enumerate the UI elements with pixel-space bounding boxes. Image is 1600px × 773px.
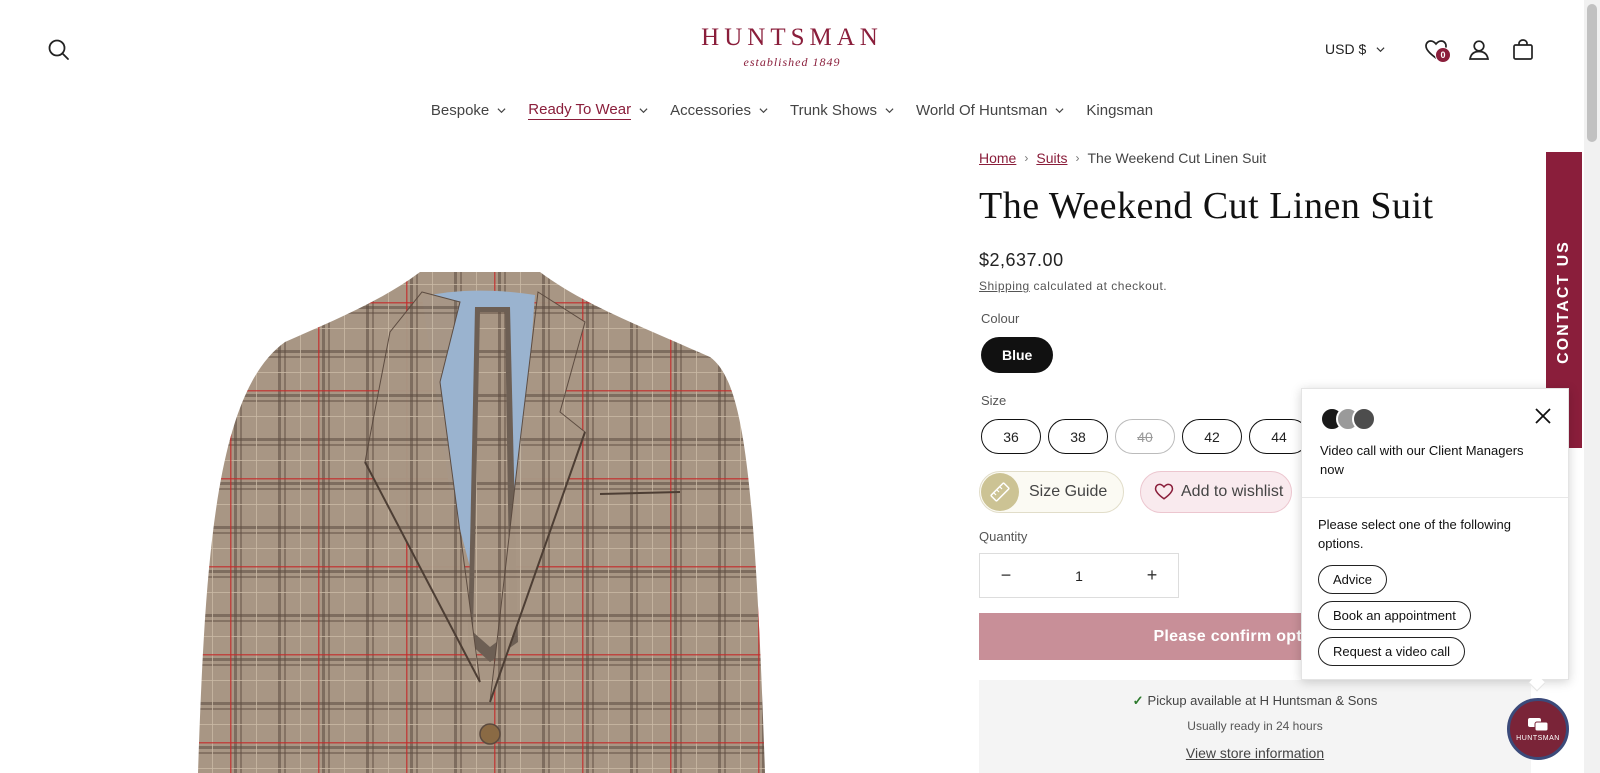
breadcrumb-home[interactable]: Home: [979, 150, 1016, 166]
chat-heading: Video call with our Client Managers now: [1320, 443, 1524, 477]
chevron-down-icon: [759, 108, 768, 114]
size-option-44[interactable]: 44: [1249, 419, 1309, 454]
nav-item-label: Ready To Wear: [528, 101, 632, 120]
chevron-down-icon: [885, 108, 894, 114]
close-icon[interactable]: [1532, 405, 1554, 427]
chat-prompt: Please select one of the following optio…: [1318, 517, 1511, 551]
product-image[interactable]: [190, 262, 810, 773]
colour-label: Colour: [981, 311, 1020, 326]
quantity-stepper: − 1 +: [979, 553, 1179, 598]
wishlist-label: Add to wishlist: [1181, 483, 1284, 500]
wishlist-count-badge: 0: [1435, 47, 1451, 63]
nav-item-label: World Of Huntsman: [915, 102, 1048, 119]
site-header: HUNTSMAN established 1849 USD $ 0 Bespok…: [0, 0, 1584, 140]
currency-label: USD $: [1325, 41, 1367, 57]
size-option-38[interactable]: 38: [1048, 419, 1108, 454]
contact-us-label: CONTACT US: [1555, 240, 1572, 364]
chat-option-book-appointment[interactable]: Book an appointment: [1318, 601, 1471, 630]
quantity-increase-button[interactable]: +: [1144, 565, 1160, 586]
chevron-down-icon: [1055, 108, 1064, 114]
scrollbar-thumb[interactable]: [1587, 4, 1597, 142]
pickup-ready-time: Usually ready in 24 hours: [1187, 719, 1323, 733]
logo-tagline: established 1849: [743, 55, 841, 69]
divider: [1302, 497, 1568, 498]
main-nav: Bespoke Ready To Wear Accessories Trunk …: [0, 101, 1584, 120]
nav-item-label: Trunk Shows: [789, 102, 877, 119]
checkmark-icon: ✓: [1132, 693, 1144, 708]
shipping-note: Shipping calculated at checkout.: [979, 279, 1539, 293]
quantity-decrease-button[interactable]: −: [998, 565, 1014, 586]
chat-launcher-button[interactable]: HUNTSMAN: [1507, 698, 1569, 760]
pickup-availability: ✓ Pickup available at H Huntsman & Sons U…: [979, 680, 1531, 773]
nav-item-trunk-shows[interactable]: Trunk Shows: [790, 101, 894, 120]
size-option-42[interactable]: 42: [1182, 419, 1242, 454]
colour-option-blue[interactable]: Blue: [981, 337, 1054, 373]
breadcrumb-suits[interactable]: Suits: [1036, 150, 1067, 166]
quantity-input[interactable]: 1: [1075, 568, 1083, 584]
add-to-wishlist-button[interactable]: Add to wishlist: [1140, 471, 1292, 513]
chat-option-advice[interactable]: Advice: [1318, 565, 1388, 594]
pickup-prefix: Pickup available at: [1147, 693, 1260, 708]
view-store-info-link[interactable]: View store information: [979, 745, 1531, 761]
product-price: $2,637.00: [979, 250, 1064, 270]
ruler-icon: [981, 473, 1019, 511]
pickup-store: H Huntsman & Sons: [1259, 693, 1378, 708]
size-option-36[interactable]: 36: [981, 419, 1041, 454]
nav-item-bespoke[interactable]: Bespoke: [431, 101, 506, 120]
chat-option-request-video-call[interactable]: Request a video call: [1318, 637, 1466, 666]
chat-popup: Video call with our Client Managers now …: [1301, 388, 1569, 680]
chevron-down-icon: [497, 108, 506, 114]
client-manager-avatars: [1320, 407, 1376, 431]
chevron-down-icon: [639, 108, 648, 114]
nav-item-label: Bespoke: [430, 102, 490, 119]
size-guide-button[interactable]: Size Guide: [979, 471, 1124, 513]
breadcrumb: Home › Suits › The Weekend Cut Linen Sui…: [979, 150, 1539, 166]
page-scrollbar[interactable]: [1584, 0, 1600, 773]
size-guide-label: Size Guide: [1029, 483, 1108, 500]
nav-item-accessories[interactable]: Accessories: [670, 101, 768, 120]
currency-selector[interactable]: USD $: [1325, 41, 1385, 57]
pickup-line: ✓ Pickup available at H Huntsman & Sons: [979, 693, 1531, 709]
nav-item-kingsman[interactable]: Kingsman: [1086, 101, 1153, 120]
breadcrumb-current: The Weekend Cut Linen Suit: [1087, 150, 1267, 166]
launcher-brand: HUNTSMAN: [1516, 734, 1560, 742]
nav-item-ready-to-wear[interactable]: Ready To Wear: [528, 101, 648, 120]
shipping-text: calculated at checkout.: [1029, 279, 1168, 293]
heart-icon: [1154, 483, 1174, 500]
nav-item-world-of-huntsman[interactable]: World Of Huntsman: [916, 101, 1064, 120]
nav-item-label: Kingsman: [1086, 102, 1154, 119]
breadcrumb-separator: ›: [1024, 151, 1029, 165]
account-icon[interactable]: [1466, 37, 1492, 63]
chat-bubbles-icon: [1528, 717, 1549, 731]
cart-icon[interactable]: [1510, 37, 1536, 63]
avatar: [1352, 407, 1376, 431]
size-option-40[interactable]: 40: [1115, 419, 1175, 454]
product-title: The Weekend Cut Linen Suit: [979, 185, 1434, 227]
chevron-down-icon: [1376, 46, 1385, 52]
shipping-link[interactable]: Shipping: [979, 279, 1030, 293]
breadcrumb-separator: ›: [1075, 151, 1080, 165]
nav-item-label: Accessories: [670, 102, 751, 119]
